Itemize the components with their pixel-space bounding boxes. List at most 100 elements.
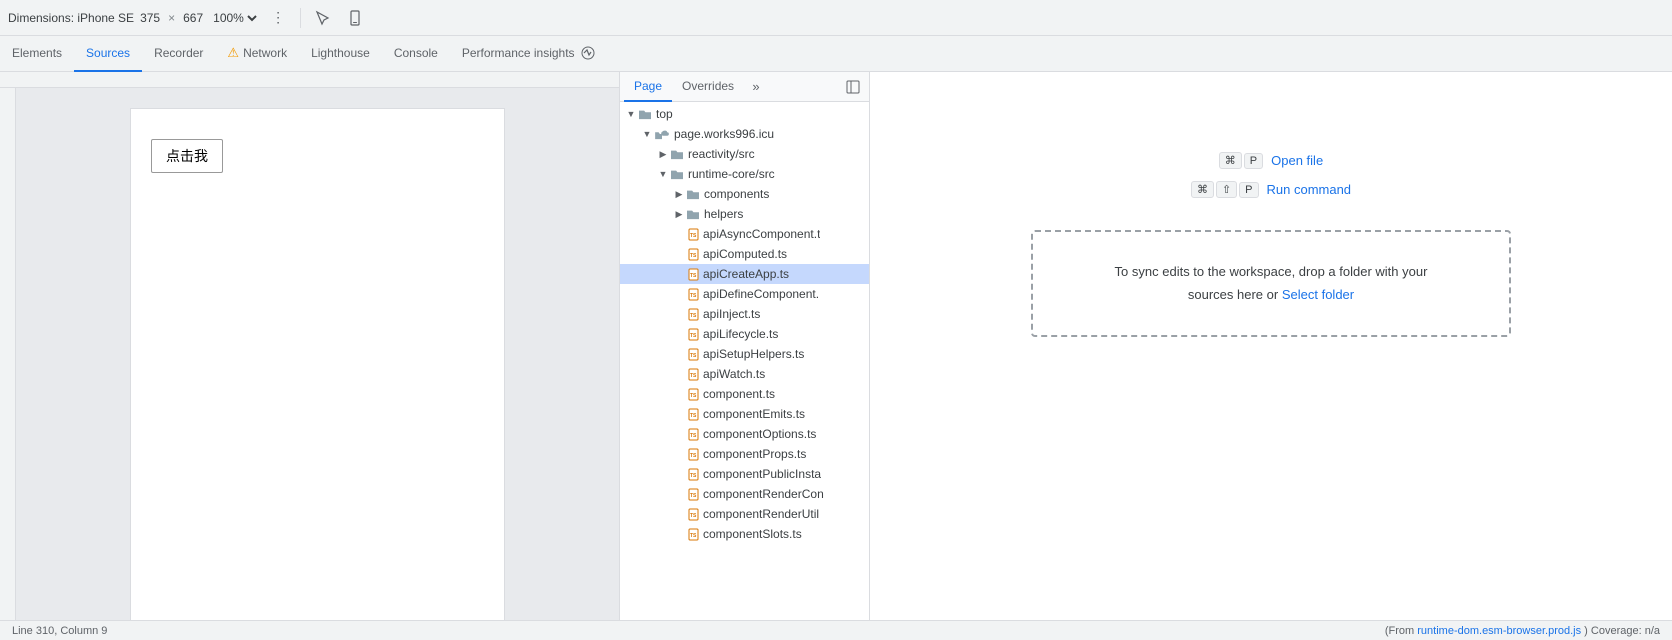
ruler-horizontal: [0, 72, 619, 88]
folder-cloud-icon: [654, 128, 670, 140]
tree-item-components[interactable]: ▶ components: [620, 184, 869, 204]
arrow-top: ▼: [624, 107, 638, 121]
list-item[interactable]: TS apiComputed.ts: [620, 244, 869, 264]
list-item[interactable]: TS apiDefineComponent.: [620, 284, 869, 304]
run-p-key: P: [1239, 182, 1258, 198]
tree-item-top[interactable]: ▼ top: [620, 104, 869, 124]
subtab-overrides-label: Overrides: [682, 79, 734, 93]
select-folder-link[interactable]: Select folder: [1282, 287, 1354, 302]
svg-text:TS: TS: [690, 373, 697, 379]
file-icon-component: TS: [688, 388, 699, 401]
subtab-overrides[interactable]: Overrides: [672, 72, 744, 102]
tree-label-helpers: helpers: [704, 207, 743, 221]
performance-insights-icon: [581, 46, 595, 60]
file-icon-apicreateapp: TS: [688, 268, 699, 281]
subtab-more-button[interactable]: »: [744, 75, 768, 99]
list-item[interactable]: TS component.ts: [620, 384, 869, 404]
dimensions-label: Dimensions: iPhone SE: [8, 11, 134, 25]
status-from-label: (From: [1385, 625, 1414, 637]
tab-recorder[interactable]: Recorder: [142, 36, 215, 72]
tab-sources-label: Sources: [86, 46, 130, 60]
tab-network-label: Network: [243, 46, 287, 60]
run-shift-key: ⇧: [1216, 181, 1237, 198]
status-file-link[interactable]: runtime-dom.esm-browser.prod.js: [1417, 625, 1581, 637]
tree-label-apiwatch: apiWatch.ts: [703, 367, 765, 381]
file-icon-componentprops: TS: [688, 448, 699, 461]
tree-label-apicomputed: apiComputed.ts: [703, 247, 787, 261]
open-file-link[interactable]: Open file: [1271, 153, 1323, 168]
arrow-helpers: ▶: [672, 207, 686, 221]
dim-cross: ×: [168, 11, 175, 25]
list-item[interactable]: TS componentProps.ts: [620, 444, 869, 464]
tree-item-page-works[interactable]: ▼ page.works996.icu: [620, 124, 869, 144]
open-file-cmd-key: ⌘: [1219, 152, 1242, 169]
cursor-icon: [315, 10, 331, 26]
tab-performance-insights[interactable]: Performance insights: [450, 36, 607, 72]
list-item[interactable]: TS apiLifecycle.ts: [620, 324, 869, 344]
device-toolbar-button[interactable]: [341, 4, 369, 32]
tab-console[interactable]: Console: [382, 36, 450, 72]
list-item[interactable]: TS apiAsyncComponent.t: [620, 224, 869, 244]
file-icon-componentoptions: TS: [688, 428, 699, 441]
list-item[interactable]: TS apiCreateApp.ts: [620, 264, 869, 284]
tree-label-componentoptions: componentOptions.ts: [703, 427, 816, 441]
list-item[interactable]: TS apiInject.ts: [620, 304, 869, 324]
preview-panel: 点击我: [0, 72, 620, 620]
list-item[interactable]: TS componentSlots.ts: [620, 524, 869, 544]
file-icon-componentemits: TS: [688, 408, 699, 421]
tab-lighthouse-label: Lighthouse: [311, 46, 370, 60]
tab-sources[interactable]: Sources: [74, 36, 142, 72]
svg-text:TS: TS: [690, 513, 697, 519]
run-command-kbd: ⌘ ⇧ P: [1191, 181, 1259, 198]
tab-elements[interactable]: Elements: [0, 36, 74, 72]
run-command-link[interactable]: Run command: [1267, 182, 1352, 197]
file-icon-apicomputed: TS: [688, 248, 699, 261]
list-item[interactable]: TS componentPublicInsta: [620, 464, 869, 484]
list-item[interactable]: TS componentEmits.ts: [620, 404, 869, 424]
svg-text:TS: TS: [690, 333, 697, 339]
svg-text:TS: TS: [690, 233, 697, 239]
arrow-components: ▶: [672, 187, 686, 201]
toolbar-separator: [300, 8, 301, 28]
folder-icon-helpers: [686, 208, 700, 220]
file-icon-componentslots: TS: [688, 528, 699, 541]
demo-click-button[interactable]: 点击我: [151, 139, 223, 173]
tab-elements-label: Elements: [12, 46, 62, 60]
tab-lighthouse[interactable]: Lighthouse: [299, 36, 382, 72]
list-item[interactable]: TS componentOptions.ts: [620, 424, 869, 444]
tree-item-helpers[interactable]: ▶ helpers: [620, 204, 869, 224]
sidebar-panel-button[interactable]: [841, 75, 865, 99]
folder-icon-top: [638, 108, 652, 120]
tab-console-label: Console: [394, 46, 438, 60]
select-element-button[interactable]: [309, 4, 337, 32]
tree-label-apiasync: apiAsyncComponent.t: [703, 227, 820, 241]
toolbar: Dimensions: iPhone SE 375 × 667 100% 75%…: [0, 0, 1672, 36]
file-icon-componentpublic: TS: [688, 468, 699, 481]
more-options-button[interactable]: ⋮: [264, 4, 292, 32]
tree-item-runtime-core[interactable]: ▼ runtime-core/src: [620, 164, 869, 184]
tree-item-reactivity-src[interactable]: ▶ reactivity/src: [620, 144, 869, 164]
zoom-select[interactable]: 100% 75% 50% 125% 150%: [209, 10, 260, 26]
tree-label-componentpublic: componentPublicInsta: [703, 467, 821, 481]
list-item[interactable]: TS componentRenderUtil: [620, 504, 869, 524]
status-bar: Line 310, Column 9 (From runtime-dom.esm…: [0, 620, 1672, 640]
tree-label-apilifecycle: apiLifecycle.ts: [703, 327, 778, 341]
file-tree-sidebar: Page Overrides » ▼: [620, 72, 870, 620]
open-file-kbd: ⌘ P: [1219, 152, 1263, 169]
subtab-actions: [841, 75, 865, 99]
file-icon-apisetup: TS: [688, 348, 699, 361]
file-icon-componentrendercon: TS: [688, 488, 699, 501]
svg-text:TS: TS: [690, 393, 697, 399]
list-item[interactable]: TS apiWatch.ts: [620, 364, 869, 384]
list-item[interactable]: TS componentRenderCon: [620, 484, 869, 504]
device-icon: [347, 10, 363, 26]
tab-recorder-label: Recorder: [154, 46, 203, 60]
toolbar-height: 667: [183, 11, 203, 25]
tree-label-top: top: [656, 107, 673, 121]
list-item[interactable]: TS apiSetupHelpers.ts: [620, 344, 869, 364]
main-content: 点击我 Page Overrides »: [0, 72, 1672, 620]
toolbar-width: 375: [140, 11, 160, 25]
ruler-vertical: [0, 88, 16, 620]
tab-network[interactable]: ⚠ Network: [215, 36, 299, 72]
subtab-page[interactable]: Page: [624, 72, 672, 102]
